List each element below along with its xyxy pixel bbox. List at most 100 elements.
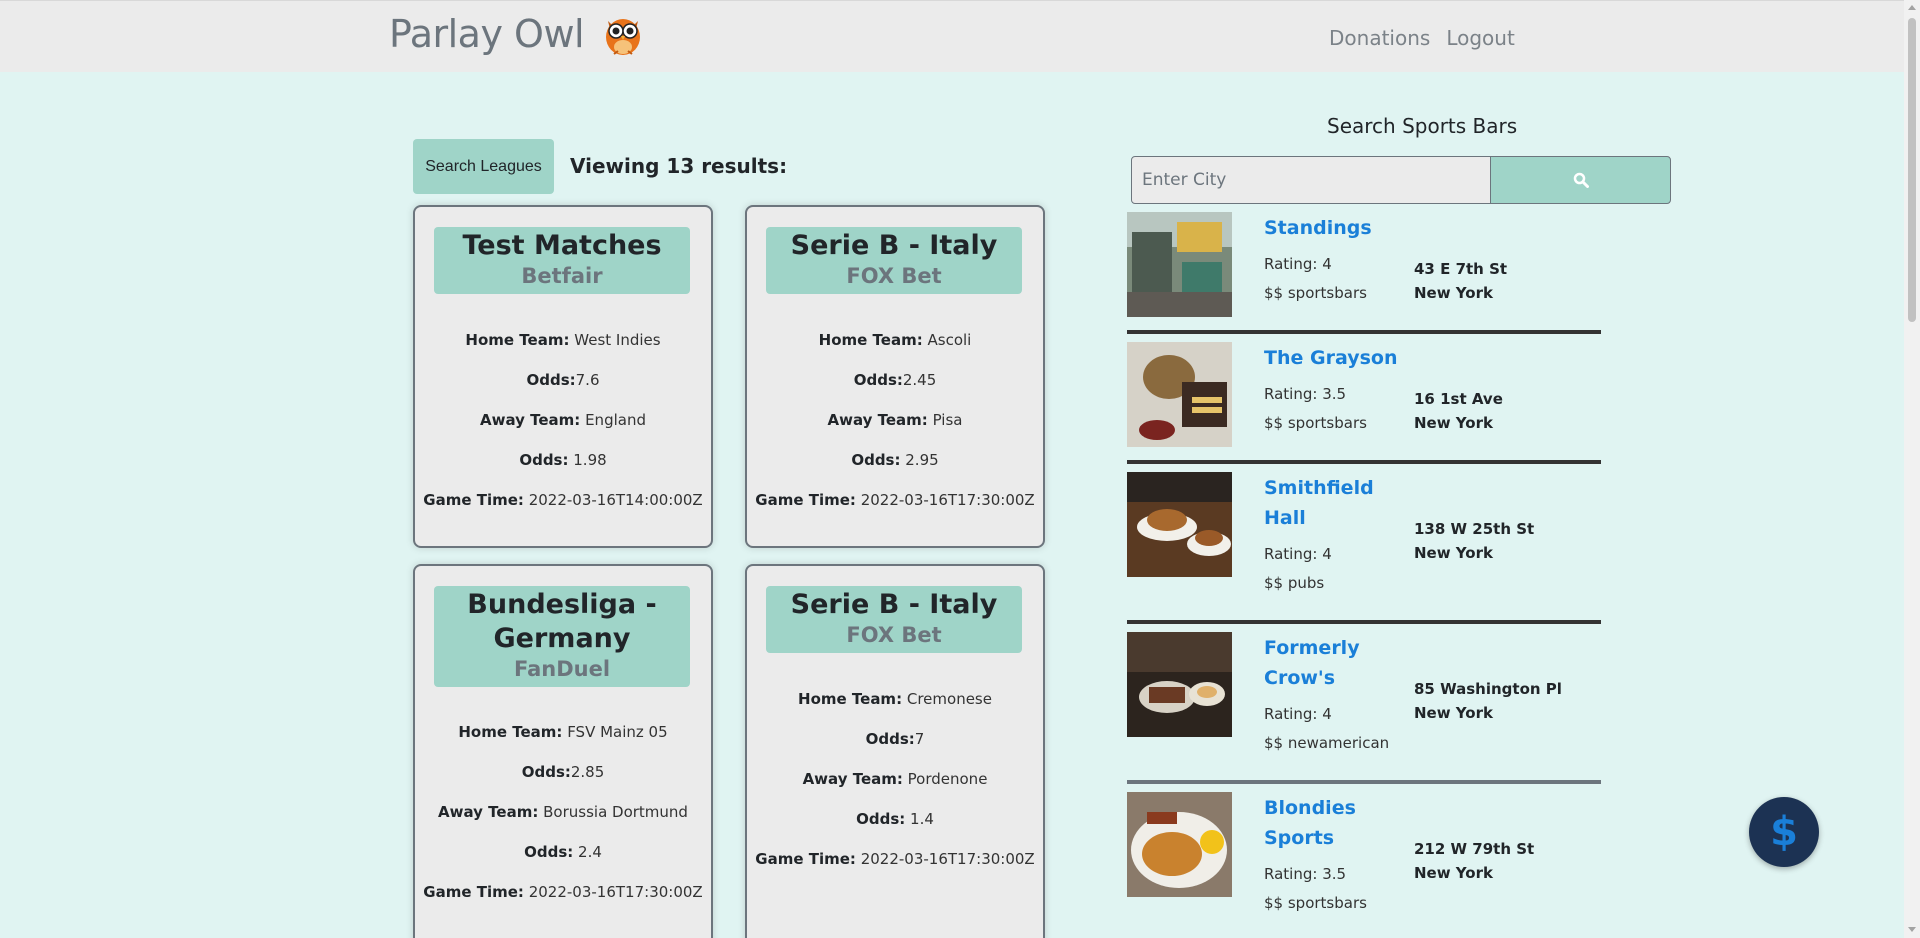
home-odds-row: Odds:2.45 xyxy=(853,371,937,389)
card-body: Home Team: FSV Mainz 05 Odds:2.85 Away T… xyxy=(415,712,711,912)
bar-price-category: $$ sportsbars xyxy=(1264,894,1367,912)
game-time: 2022-03-16T17:30:00Z xyxy=(860,491,1035,509)
owl-icon xyxy=(606,19,641,55)
away-odds-row: Odds: 1.4 xyxy=(856,810,934,828)
league-name: Serie B - Italy xyxy=(790,230,998,261)
brand[interactable]: Parlay Owl xyxy=(389,11,646,57)
card-header: Serie B - Italy FOX Bet xyxy=(766,586,1022,653)
nav-link-logout[interactable]: Logout xyxy=(1446,26,1514,50)
bookmaker-name: FanDuel xyxy=(513,657,611,681)
scrollbar-thumb[interactable] xyxy=(1908,18,1916,322)
game-time-row: Game Time: 2022-03-16T17:30:00Z xyxy=(423,883,703,901)
away-team-row: Away Team: Pisa xyxy=(827,411,963,429)
card-body: Home Team: Ascoli Odds:2.45 Away Team: P… xyxy=(747,320,1043,520)
city-search-input[interactable] xyxy=(1131,156,1491,204)
away-odds: 1.4 xyxy=(905,810,934,828)
brand-title[interactable]: Parlay Owl xyxy=(389,12,585,56)
bar-photo xyxy=(1127,472,1232,577)
nav-link-donations[interactable]: Donations xyxy=(1329,26,1430,50)
bar-price-category: $$ pubs xyxy=(1264,574,1325,592)
bar-name-link[interactable]: Blondies Sports xyxy=(1264,793,1384,853)
home-odds-row: Odds:7 xyxy=(865,730,925,748)
bar-street: 85 Washington Pl xyxy=(1414,680,1562,698)
home-team-row: Home Team: FSV Mainz 05 xyxy=(458,723,668,741)
away-team: Pisa xyxy=(932,411,963,429)
bar-name-link[interactable]: Standings xyxy=(1264,213,1384,243)
bar-address: 85 Washington Pl New York xyxy=(1414,677,1562,725)
home-odds-row: Odds:2.85 xyxy=(521,763,605,781)
away-team: Pordenone xyxy=(907,770,988,788)
bar-address: 43 E 7th St New York xyxy=(1414,257,1507,305)
home-odds: 2.85 xyxy=(570,763,605,781)
bar-rating: Rating: 4 xyxy=(1264,255,1332,273)
away-odds: 2.4 xyxy=(573,843,602,861)
home-odds-row: Odds:7.6 xyxy=(526,371,600,389)
bar-address: 212 W 79th St New York xyxy=(1414,837,1534,885)
game-time-row: Game Time: 2022-03-16T17:30:00Z xyxy=(755,850,1035,868)
city-search-button[interactable] xyxy=(1490,156,1671,204)
bar-rating: Rating: 3.5 xyxy=(1264,385,1347,403)
home-team-row: Home Team: Cremonese xyxy=(798,690,992,708)
bookmaker-name: FOX Bet xyxy=(846,623,942,647)
nav-links: Donations Logout xyxy=(1329,26,1515,50)
bar-city: New York xyxy=(1414,544,1493,562)
game-time-row: Game Time: 2022-03-16T17:30:00Z xyxy=(755,491,1035,509)
bar-price-category: $$ sportsbars xyxy=(1264,414,1367,432)
bar-photo xyxy=(1127,632,1232,737)
bar-street: 138 W 25th St xyxy=(1414,520,1535,538)
search-leagues-button[interactable]: Search Leagues xyxy=(413,139,554,194)
home-team-row: Home Team: Ascoli xyxy=(818,331,972,349)
away-team-row: Away Team: England xyxy=(480,411,646,429)
bar-street: 212 W 79th St xyxy=(1414,840,1535,858)
bar-photo xyxy=(1127,342,1232,447)
home-odds: 7 xyxy=(914,730,925,748)
divider xyxy=(1127,620,1601,624)
game-time: 2022-03-16T17:30:00Z xyxy=(528,883,703,901)
home-odds: 7.6 xyxy=(575,371,600,389)
league-name: Serie B - Italy xyxy=(790,589,998,620)
page-scrollbar[interactable] xyxy=(1904,0,1920,938)
home-team: Ascoli xyxy=(927,331,972,349)
bar-photo xyxy=(1127,792,1232,897)
scroll-down-arrow-icon[interactable] xyxy=(1908,927,1916,932)
away-team: England xyxy=(585,411,646,429)
card-header: Bundesliga - Germany FanDuel xyxy=(434,586,690,687)
scroll-up-arrow-icon[interactable] xyxy=(1908,5,1916,10)
bar-rating: Rating: 4 xyxy=(1264,705,1332,723)
away-team-row: Away Team: Pordenone xyxy=(802,770,988,788)
away-odds: 2.95 xyxy=(900,451,939,469)
navbar: Parlay Owl Donations Logout xyxy=(0,0,1904,72)
home-team: FSV Mainz 05 xyxy=(567,723,668,741)
away-odds-row: Odds: 2.4 xyxy=(524,843,602,861)
divider xyxy=(1127,780,1601,784)
bar-price-category: $$ newamerican xyxy=(1264,734,1390,752)
divider xyxy=(1127,460,1601,464)
bar-rating: Rating: 3.5 xyxy=(1264,865,1347,883)
away-odds-row: Odds: 2.95 xyxy=(851,451,939,469)
bar-city: New York xyxy=(1414,864,1493,882)
game-time: 2022-03-16T17:30:00Z xyxy=(860,850,1035,868)
card-body: Home Team: Cremonese Odds:7 Away Team: P… xyxy=(747,679,1043,879)
bar-address: 16 1st Ave New York xyxy=(1414,387,1503,435)
donate-fab-button[interactable]: $ xyxy=(1749,797,1819,867)
league-name: Test Matches xyxy=(462,230,662,261)
bar-photo xyxy=(1127,212,1232,317)
game-time-row: Game Time: 2022-03-16T14:00:00Z xyxy=(423,491,703,509)
bar-address: 138 W 25th St New York xyxy=(1414,517,1534,565)
away-odds: 1.98 xyxy=(568,451,607,469)
bookmaker-name: Betfair xyxy=(521,264,603,288)
away-team: Borussia Dortmund xyxy=(543,803,688,821)
bar-name-link[interactable]: Formerly Crow's xyxy=(1264,633,1384,693)
game-card: Serie B - Italy FOX Bet Home Team: Cremo… xyxy=(745,564,1045,938)
results-count: Viewing 13 results: xyxy=(570,154,788,178)
bar-price-category: $$ sportsbars xyxy=(1264,284,1367,302)
bar-city: New York xyxy=(1414,414,1493,432)
bar-street: 16 1st Ave xyxy=(1414,390,1503,408)
bookmaker-name: FOX Bet xyxy=(846,264,942,288)
bar-name-link[interactable]: The Grayson xyxy=(1264,343,1424,373)
bar-street: 43 E 7th St xyxy=(1414,260,1508,278)
home-team-row: Home Team: West Indies xyxy=(465,331,661,349)
game-time: 2022-03-16T14:00:00Z xyxy=(528,491,703,509)
card-header: Test Matches Betfair xyxy=(434,227,690,294)
bar-name-link[interactable]: Smithfield Hall xyxy=(1264,473,1384,533)
